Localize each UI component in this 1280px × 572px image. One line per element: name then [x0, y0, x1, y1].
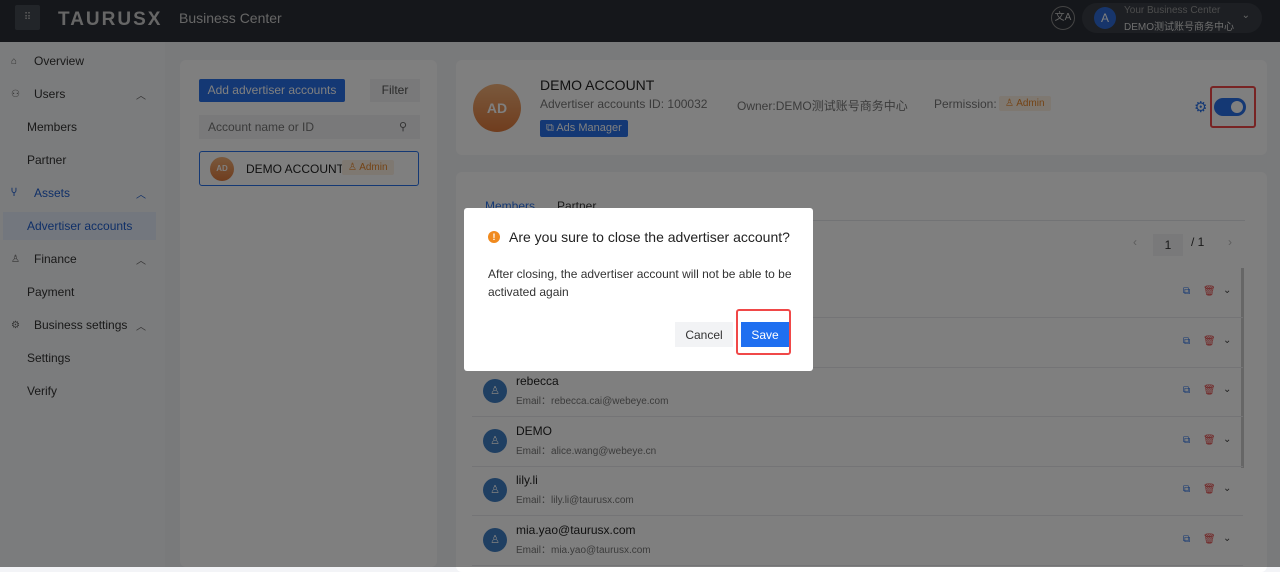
cancel-button[interactable]: Cancel: [675, 322, 733, 347]
highlight-box: [736, 309, 791, 355]
dialog-title: Are you sure to close the advertiser acc…: [509, 229, 790, 245]
close-account-dialog: ! Are you sure to close the advertiser a…: [464, 208, 813, 371]
warning-icon: !: [488, 231, 500, 243]
dialog-body: After closing, the advertiser account wi…: [488, 267, 792, 299]
